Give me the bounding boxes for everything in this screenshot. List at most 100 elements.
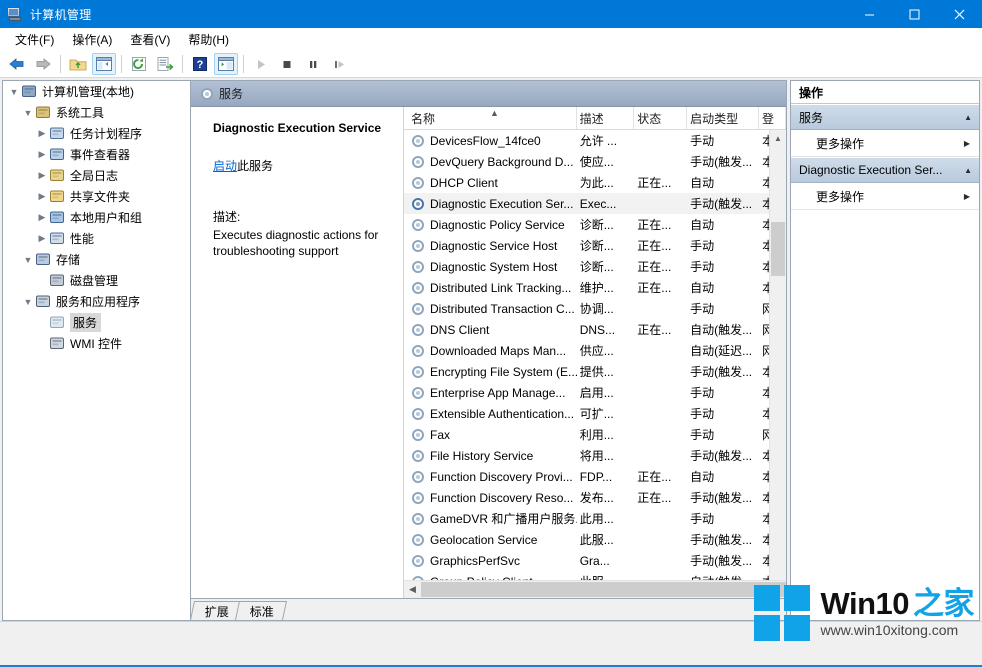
chevron-up-icon[interactable]: ▲ bbox=[964, 113, 972, 122]
event-viewer-icon bbox=[49, 147, 66, 163]
service-gear-icon bbox=[411, 197, 426, 211]
forward-arrow-icon[interactable] bbox=[31, 53, 55, 75]
table-row[interactable]: Diagnostic Execution Ser...Exec...手动(触发.… bbox=[404, 193, 786, 214]
chevron-right-icon[interactable]: ▶ bbox=[35, 228, 49, 249]
action-more-actions-selected-label: 更多操作 bbox=[816, 188, 864, 205]
show-hide-tree-icon[interactable] bbox=[92, 53, 116, 75]
tree-item-11[interactable]: 服务 bbox=[3, 312, 190, 333]
column-header-description[interactable]: 描述 bbox=[577, 107, 635, 129]
column-header-name[interactable]: 名称 ▲ bbox=[404, 107, 577, 129]
services-rows[interactable]: DevicesFlow_14fce0允许 ...手动本DevQuery Back… bbox=[404, 130, 786, 580]
tree-item-3[interactable]: ▶事件查看器 bbox=[3, 144, 190, 165]
menu-file[interactable]: 文件(F) bbox=[6, 29, 63, 50]
actions-group-selected-service[interactable]: Diagnostic Execution Ser... ▲ bbox=[791, 157, 979, 183]
cell-description: 此服... bbox=[577, 531, 635, 548]
chevron-down-icon[interactable]: ▼ bbox=[21, 102, 35, 123]
show-action-pane-icon[interactable] bbox=[214, 53, 238, 75]
action-more-actions-selected[interactable]: 更多操作 ▶ bbox=[791, 183, 979, 210]
chevron-right-icon[interactable]: ▶ bbox=[35, 144, 49, 165]
chevron-up-icon[interactable]: ▲ bbox=[964, 166, 972, 175]
table-row[interactable]: Function Discovery Reso...发布...正在...手动(触… bbox=[404, 487, 786, 508]
cell-description: 此服... bbox=[577, 573, 635, 580]
table-row[interactable]: Diagnostic Service Host诊断...正在...手动本 bbox=[404, 235, 786, 256]
restart-service-icon[interactable] bbox=[327, 53, 351, 75]
table-row[interactable]: File History Service将用...手动(触发...本 bbox=[404, 445, 786, 466]
tree-item-10[interactable]: ▼服务和应用程序 bbox=[3, 291, 190, 312]
horizontal-scrollbar[interactable]: ◀ bbox=[404, 580, 786, 598]
column-header-status[interactable]: 状态 bbox=[634, 107, 687, 129]
menu-bar: 文件(F) 操作(A) 查看(V) 帮助(H) bbox=[0, 28, 982, 51]
column-header-startup-type[interactable]: 启动类型 bbox=[687, 107, 759, 129]
storage-icon bbox=[35, 252, 52, 268]
table-row[interactable]: Downloaded Maps Man...供应...自动(延迟...网 bbox=[404, 340, 786, 361]
table-row[interactable]: Diagnostic Policy Service诊断...正在...自动本 bbox=[404, 214, 786, 235]
minimize-icon[interactable] bbox=[847, 0, 892, 28]
table-row[interactable]: Encrypting File System (E...提供...手动(触发..… bbox=[404, 361, 786, 382]
back-arrow-icon[interactable] bbox=[5, 53, 29, 75]
hscrollbar-thumb[interactable] bbox=[421, 582, 786, 597]
cell-status: 正在... bbox=[634, 174, 687, 191]
table-row[interactable]: Distributed Transaction C...协调...手动网 bbox=[404, 298, 786, 319]
tab-extended[interactable]: 扩展 bbox=[191, 601, 242, 620]
tree-item-7[interactable]: ▶性能 bbox=[3, 228, 190, 249]
table-row[interactable]: DevicesFlow_14fce0允许 ...手动本 bbox=[404, 130, 786, 151]
tree-item-1[interactable]: ▼系统工具 bbox=[3, 102, 190, 123]
scroll-up-icon[interactable]: ▲ bbox=[770, 130, 786, 147]
table-row[interactable]: Fax利用...手动网 bbox=[404, 424, 786, 445]
close-icon[interactable] bbox=[937, 0, 982, 28]
table-row[interactable]: DNS ClientDNS...正在...自动(触发...网 bbox=[404, 319, 786, 340]
actions-group-services[interactable]: 服务 ▲ bbox=[791, 104, 979, 130]
tree-item-12[interactable]: WMI 控件 bbox=[3, 333, 190, 354]
scrollbar-thumb[interactable] bbox=[771, 222, 785, 276]
pause-service-icon[interactable] bbox=[301, 53, 325, 75]
table-row[interactable]: Enterprise App Manage...启用...手动本 bbox=[404, 382, 786, 403]
table-row[interactable]: Geolocation Service此服...手动(触发...本 bbox=[404, 529, 786, 550]
maximize-icon[interactable] bbox=[892, 0, 937, 28]
table-row[interactable]: GameDVR 和广播用户服务...此用...手动本 bbox=[404, 508, 786, 529]
refresh-icon[interactable] bbox=[127, 53, 151, 75]
chevron-right-icon[interactable]: ▶ bbox=[35, 186, 49, 207]
column-header-logon-as[interactable]: 登 bbox=[759, 107, 786, 129]
scroll-left-icon[interactable]: ◀ bbox=[404, 581, 421, 598]
table-row[interactable]: GraphicsPerfSvcGra...手动(触发...本 bbox=[404, 550, 786, 571]
console-tree-pane[interactable]: ▼计算机管理(本地)▼系统工具▶任务计划程序▶事件查看器▶全局日志▶共享文件夹▶… bbox=[2, 80, 191, 621]
tab-standard[interactable]: 标准 bbox=[235, 601, 287, 620]
start-service-link[interactable]: 启动 bbox=[213, 159, 237, 173]
start-service-icon[interactable] bbox=[249, 53, 273, 75]
cell-description: 允许 ... bbox=[577, 132, 635, 149]
vertical-scrollbar[interactable]: ▲ bbox=[769, 130, 786, 580]
cell-name: DevQuery Background D... bbox=[404, 155, 577, 169]
tree-item-8[interactable]: ▼存储 bbox=[3, 249, 190, 270]
service-name: Distributed Transaction C... bbox=[430, 302, 575, 316]
menu-action[interactable]: 操作(A) bbox=[63, 29, 121, 50]
menu-help[interactable]: 帮助(H) bbox=[179, 29, 238, 50]
chevron-down-icon[interactable]: ▼ bbox=[7, 81, 21, 102]
action-more-actions-services[interactable]: 更多操作 ▶ bbox=[791, 130, 979, 157]
table-row[interactable]: DHCP Client为此...正在...自动本 bbox=[404, 172, 786, 193]
chevron-down-icon[interactable]: ▼ bbox=[21, 249, 35, 270]
tree-item-4[interactable]: ▶全局日志 bbox=[3, 165, 190, 186]
table-row[interactable]: Distributed Link Tracking...维护...正在...自动… bbox=[404, 277, 786, 298]
tree-item-0[interactable]: ▼计算机管理(本地) bbox=[3, 81, 190, 102]
chevron-down-icon[interactable]: ▼ bbox=[21, 291, 35, 312]
tree-item-2[interactable]: ▶任务计划程序 bbox=[3, 123, 190, 144]
export-list-icon[interactable] bbox=[153, 53, 177, 75]
help-icon[interactable]: ? bbox=[188, 53, 212, 75]
table-row[interactable]: Function Discovery Provi...FDP...正在...自动… bbox=[404, 466, 786, 487]
cell-description: 维护... bbox=[577, 279, 635, 296]
stop-service-icon[interactable] bbox=[275, 53, 299, 75]
table-row[interactable]: DevQuery Background D...使应...手动(触发...本 bbox=[404, 151, 786, 172]
table-row[interactable]: Group Policy Client此服...自动(触发..本 bbox=[404, 571, 786, 580]
menu-view[interactable]: 查看(V) bbox=[121, 29, 179, 50]
chevron-right-icon[interactable]: ▶ bbox=[35, 165, 49, 186]
table-row[interactable]: Extensible Authentication...可扩...手动本 bbox=[404, 403, 786, 424]
cell-startup-type: 手动(触发... bbox=[687, 552, 759, 569]
table-row[interactable]: Diagnostic System Host诊断...正在...手动本 bbox=[404, 256, 786, 277]
chevron-right-icon[interactable]: ▶ bbox=[35, 123, 49, 144]
status-bar bbox=[0, 621, 982, 644]
tree-item-6[interactable]: ▶本地用户和组 bbox=[3, 207, 190, 228]
tree-item-5[interactable]: ▶共享文件夹 bbox=[3, 186, 190, 207]
up-folder-icon[interactable] bbox=[66, 53, 90, 75]
chevron-right-icon[interactable]: ▶ bbox=[35, 207, 49, 228]
tree-item-9[interactable]: 磁盘管理 bbox=[3, 270, 190, 291]
